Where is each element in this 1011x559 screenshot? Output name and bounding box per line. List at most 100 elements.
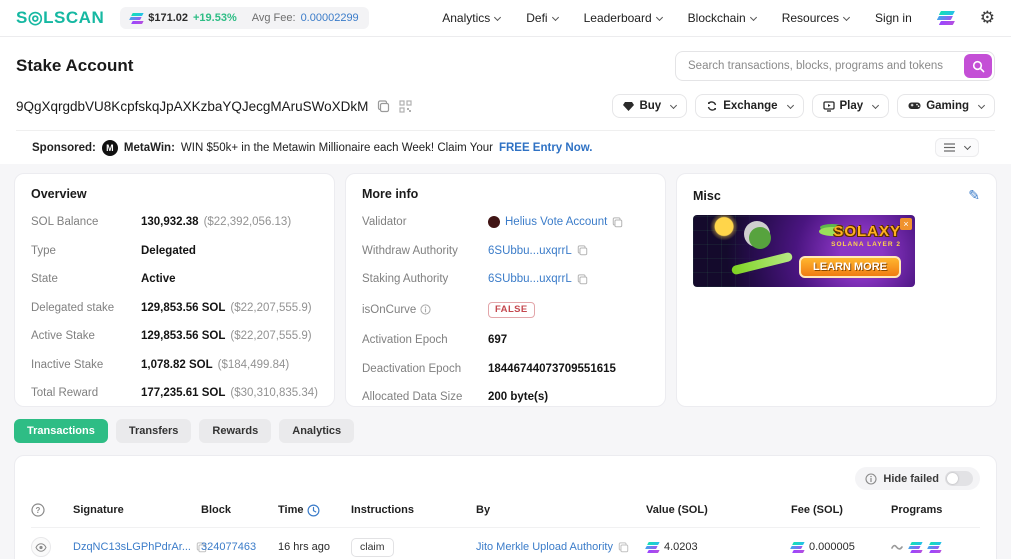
fee-sol: 0.000005 xyxy=(809,541,855,553)
chevron-down-icon xyxy=(494,13,502,21)
solscan-logo[interactable]: S◎LSCAN xyxy=(16,8,104,28)
svg-text:?: ? xyxy=(36,506,41,515)
activation-epoch-row: Activation Epoch 697 xyxy=(362,334,649,346)
search-bar xyxy=(675,51,995,81)
tab-transfers[interactable]: Transfers xyxy=(115,419,192,443)
row-sub-value: ($184,499.84) xyxy=(217,358,290,371)
snowboard-illustration xyxy=(730,251,794,276)
row-label: Validator xyxy=(362,216,407,228)
overview-title: Overview xyxy=(31,187,87,201)
transactions-table-card: Hide failed ? Signature Block Time Instr… xyxy=(14,455,997,559)
sponsored-banner: Sponsored: MetaWin: WIN $50k+ in the Met… xyxy=(16,130,995,164)
sol-price-pill: $171.02 +19.53% Avg Fee: 0.00002299 xyxy=(120,7,369,29)
signature-link[interactable]: DzqNC13sLGPhPdrAr... xyxy=(73,541,191,553)
qr-code-icon[interactable] xyxy=(399,99,413,113)
row-value: Delegated xyxy=(141,244,196,257)
hide-failed-label: Hide failed xyxy=(883,472,939,485)
row-label: Staking Authority xyxy=(362,273,449,285)
copy-icon[interactable] xyxy=(577,273,588,285)
row-label: Withdraw Authority xyxy=(362,244,458,257)
nav-analytics[interactable]: Analytics xyxy=(442,11,502,25)
chevron-down-icon xyxy=(670,101,678,109)
ad-subline: SOLANA LAYER 2 xyxy=(831,241,901,248)
row-value: 200 byte(s) xyxy=(488,391,549,403)
state-row: State Active xyxy=(31,273,318,285)
nav-resources-label: Resources xyxy=(781,11,840,25)
block-link[interactable]: 324077463 xyxy=(201,541,256,553)
row-sub-value: ($22,207,555.9) xyxy=(230,301,312,314)
copy-icon[interactable] xyxy=(377,99,390,113)
row-value: 129,853.56 SOL xyxy=(141,330,226,342)
account-hero-section: Stake Account 9QgXqrgdbVU8KcpfskqJpAXKzb… xyxy=(0,51,1011,164)
solana-icon xyxy=(129,12,144,24)
row-label: Activation Epoch xyxy=(362,334,448,346)
time-value: 16 hrs ago xyxy=(278,541,330,553)
by-link[interactable]: Jito Merkle Upload Authority xyxy=(476,541,613,553)
solana-program-icon[interactable] xyxy=(927,541,942,553)
row-label: isOnCurve xyxy=(362,303,417,316)
solaxy-ad-banner[interactable]: SOLAXY SOLANA LAYER 2 LEARN MORE xyxy=(693,215,915,287)
copy-icon[interactable] xyxy=(612,216,623,228)
validator-link[interactable]: Helius Vote Account xyxy=(505,216,607,228)
type-row: Type Delegated xyxy=(31,245,318,257)
copy-icon[interactable] xyxy=(577,245,588,256)
gear-icon[interactable] xyxy=(980,8,995,28)
sol-balance-row: SOL Balance 130,932.38 ($22,392,056.13) xyxy=(31,216,318,228)
col-by: By xyxy=(476,504,491,516)
search-input[interactable] xyxy=(675,51,995,81)
row-label: Active Stake xyxy=(31,330,95,342)
withdraw-authority-link[interactable]: 6SUbbu...uxqrrL xyxy=(488,245,572,257)
value-sol: 4.0203 xyxy=(664,541,698,553)
inactive-stake-row: Inactive Stake 1,078.82 SOL ($184,499.84) xyxy=(31,359,318,371)
gaming-label: Gaming xyxy=(926,100,969,112)
preview-eye-button[interactable] xyxy=(31,537,51,557)
nav-blockchain[interactable]: Blockchain xyxy=(687,11,757,25)
misc-card: Misc SOLAXY SOLANA LAYER 2 LEARN MORE xyxy=(676,173,997,407)
banner-options-button[interactable] xyxy=(935,138,979,157)
hide-failed-control: Hide failed xyxy=(855,467,980,490)
copy-icon[interactable] xyxy=(618,541,629,553)
mascot-illustration xyxy=(749,227,771,249)
staking-authority-link[interactable]: 6SUbbu...uxqrrL xyxy=(488,273,572,285)
tab-analytics[interactable]: Analytics xyxy=(279,419,355,443)
ad-close-icon[interactable] xyxy=(900,218,912,230)
nav-blockchain-label: Blockchain xyxy=(687,11,746,25)
nav-defi[interactable]: Defi xyxy=(526,11,559,25)
gaming-button[interactable]: Gaming xyxy=(897,94,995,118)
edit-pencil-icon[interactable] xyxy=(968,187,980,205)
sign-in-button[interactable]: Sign in xyxy=(875,11,912,25)
solana-program-icon[interactable] xyxy=(908,541,923,553)
question-circle-icon[interactable]: ? xyxy=(31,503,45,517)
ad-learn-more-button[interactable]: LEARN MORE xyxy=(799,256,901,278)
staking-authority-row: Staking Authority 6SUbbu...uxqrrL xyxy=(362,273,649,285)
sol-price-change: +19.53% xyxy=(193,12,237,24)
hide-failed-toggle[interactable] xyxy=(945,471,973,486)
col-programs: Programs xyxy=(891,504,943,516)
solana-icon xyxy=(790,541,805,553)
isoncurve-badge: FALSE xyxy=(488,301,535,318)
search-button[interactable] xyxy=(964,54,992,78)
program-icon[interactable] xyxy=(891,543,903,551)
instruction-badge[interactable]: claim xyxy=(351,537,394,557)
solana-network-icon[interactable] xyxy=(936,11,955,25)
overview-card: Overview SOL Balance 130,932.38 ($22,392,… xyxy=(14,173,335,407)
account-content: Overview SOL Balance 130,932.38 ($22,392,… xyxy=(0,164,1011,559)
tab-transactions[interactable]: Transactions xyxy=(14,419,108,443)
nav-resources[interactable]: Resources xyxy=(781,11,851,25)
chevron-down-icon xyxy=(872,101,880,109)
delegated-stake-row: Delegated stake 129,853.56 SOL ($22,207,5… xyxy=(31,302,318,314)
clock-icon[interactable] xyxy=(307,503,320,517)
table-row: DzqNC13sLGPhPdrAr... 324077463 16 hrs ag… xyxy=(31,527,980,559)
info-icon xyxy=(420,304,431,315)
search-icon xyxy=(972,60,984,72)
exchange-button[interactable]: Exchange xyxy=(695,94,804,118)
play-button[interactable]: Play xyxy=(811,94,890,118)
total-reward-row: Total Reward 177,235.61 SOL ($30,310,835.… xyxy=(31,387,318,399)
account-actions: Buy Exchange Play Gaming xyxy=(612,94,995,118)
avg-fee-value[interactable]: 0.00002299 xyxy=(301,12,359,24)
sponsored-link[interactable]: FREE Entry Now. xyxy=(499,142,593,154)
nav-leaderboard[interactable]: Leaderboard xyxy=(584,11,663,25)
buy-button[interactable]: Buy xyxy=(612,94,688,118)
chevron-down-icon xyxy=(963,142,972,151)
tab-rewards[interactable]: Rewards xyxy=(199,419,272,443)
